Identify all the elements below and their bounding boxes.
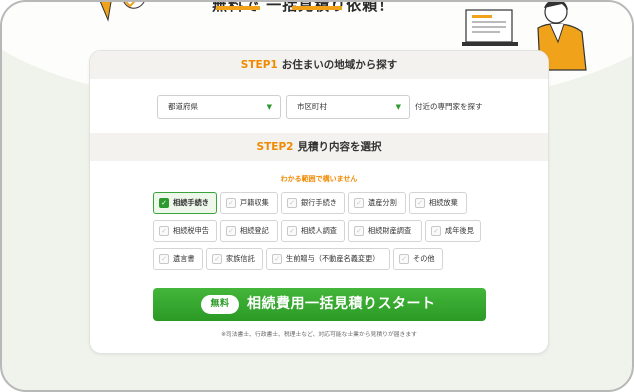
option-label: 成年後見 [445, 226, 474, 235]
check-icon: ✓ [415, 198, 425, 208]
start-estimate-button[interactable]: 無料 相続費用一括見積りスタート [153, 288, 486, 321]
step2-hint: わかる範囲で構いません [280, 175, 358, 183]
triangle-down-icon: ▼ [395, 103, 401, 111]
option-checkbox[interactable]: ✓ 銀行手続き [281, 192, 345, 214]
city-select[interactable]: 市区町村 ▼ [286, 95, 410, 119]
hero-underline [216, 6, 260, 10]
step2-header: STEP2 見積り内容を選択 [90, 133, 548, 161]
option-checkbox[interactable]: ✓ 生前贈与（不動産名義変更） [266, 248, 390, 270]
step1-title: お住まいの地域から探す [281, 59, 398, 71]
option-label: 相続財産調査 [368, 226, 412, 235]
option-checkbox[interactable]: ✓ 相続財産調査 [348, 220, 422, 242]
triangle-down-icon: ▼ [266, 103, 272, 111]
check-icon: ✓ [159, 226, 169, 236]
check-icon: ✓ [431, 226, 441, 236]
option-label: 相続税申告 [173, 226, 209, 235]
option-label: 銀行手続き [301, 198, 337, 207]
option-checkbox[interactable]: ✓ 相続手続き [153, 192, 217, 214]
step2-number: STEP2 [256, 141, 294, 153]
check-icon: ✓ [399, 254, 409, 264]
option-checkbox[interactable]: ✓ その他 [393, 248, 443, 270]
check-icon: ✓ [159, 198, 169, 208]
option-label: 家族信託 [226, 254, 255, 263]
start-estimate-label: 相続費用一括見積りスタート [247, 296, 436, 312]
option-label: その他 [413, 254, 435, 263]
check-icon: ✓ [226, 198, 236, 208]
option-checkbox[interactable]: ✓ 相続税申告 [153, 220, 217, 242]
check-icon: ✓ [287, 198, 297, 208]
option-label: 相続放棄 [429, 198, 458, 207]
prefecture-select-label: 都道府県 [168, 102, 198, 111]
check-icon: ✓ [287, 226, 297, 236]
option-label: 戸籍収集 [240, 198, 269, 207]
footnote: ※司法書士、行政書士、税理士など、対応可能な士業から見積りが届きます [221, 332, 417, 338]
hero-underline [292, 6, 342, 10]
free-badge: 無料 [201, 295, 239, 314]
option-checkbox[interactable]: ✓ 戸籍収集 [220, 192, 278, 214]
option-label: 相続人調査 [301, 226, 337, 235]
check-icon: ✓ [354, 198, 364, 208]
option-label: 相続手続き [173, 198, 209, 207]
step2-title: 見積り内容を選択 [297, 141, 382, 153]
option-checkbox[interactable]: ✓ 家族信託 [206, 248, 263, 270]
option-checkbox[interactable]: ✓ 遺言書 [153, 248, 203, 270]
city-select-label: 市区町村 [297, 102, 327, 111]
option-checkbox[interactable]: ✓ 相続放棄 [409, 192, 467, 214]
near-expert-text: 付近の専門家を探す [415, 102, 483, 111]
option-label: 相続登記 [240, 226, 269, 235]
check-icon: ✓ [226, 226, 236, 236]
check-icon: ✓ [354, 226, 364, 236]
option-checkbox[interactable]: ✓ 成年後見 [425, 220, 481, 242]
search-card: STEP1 お住まいの地域から探す 都道府県 ▼ 市区町村 ▼ 付近の専門家を探す… [89, 50, 549, 354]
option-checkbox[interactable]: ✓ 相続人調査 [281, 220, 345, 242]
page-frame: 無料で 一括見積り依頼！ STEP1お住まいの地域から探す 都道府県 ▼ 市区町… [0, 0, 634, 392]
option-label: 遺産分割 [368, 198, 397, 207]
check-icon: ✓ [159, 254, 169, 264]
check-icon: ✓ [272, 254, 282, 264]
option-label: 遺言書 [173, 254, 195, 263]
option-checkbox[interactable]: ✓ 遺産分割 [348, 192, 406, 214]
check-icon: ✓ [212, 254, 222, 264]
person-illustration-left [99, 2, 145, 22]
option-label: 生前贈与（不動産名義変更） [286, 254, 380, 263]
step1-number: STEP1 [240, 59, 278, 71]
step1-header: STEP1 お住まいの地域から探す [90, 51, 548, 79]
option-checkbox[interactable]: ✓ 相続登記 [220, 220, 278, 242]
prefecture-select[interactable]: 都道府県 ▼ [157, 95, 281, 119]
